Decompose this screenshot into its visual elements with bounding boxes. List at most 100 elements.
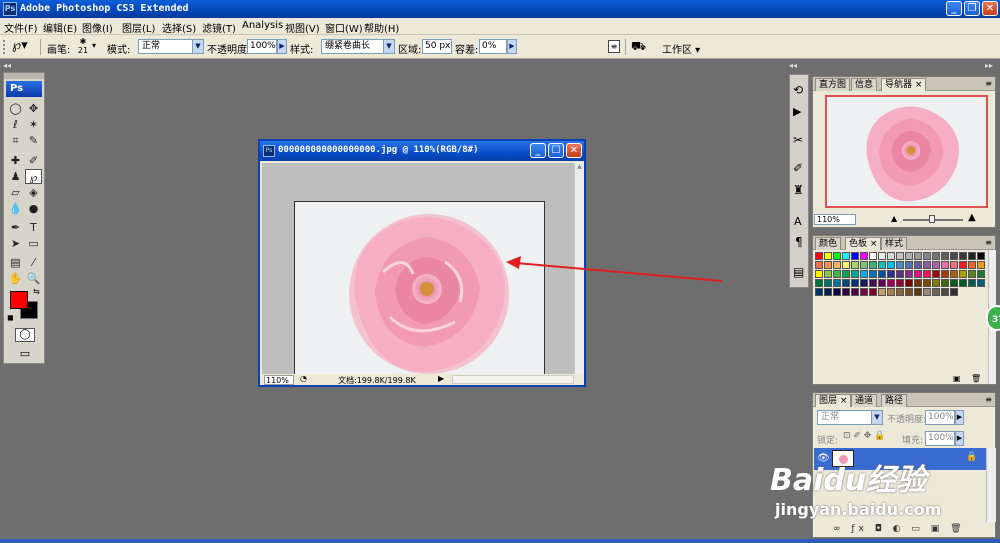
- color-swatch[interactable]: [950, 252, 958, 260]
- dock-collapse-icon[interactable]: ◂◂: [789, 61, 797, 70]
- navigator-zoom-field[interactable]: 110%: [814, 214, 856, 225]
- document-maximize-button[interactable]: ☐: [548, 143, 564, 158]
- color-swatch[interactable]: [896, 288, 904, 296]
- menu-analysis[interactable]: Analysis: [242, 20, 283, 31]
- workspace-button[interactable]: 工作区 ▾: [662, 41, 700, 56]
- color-swatch[interactable]: [923, 279, 931, 287]
- color-swatch[interactable]: [896, 252, 904, 260]
- pen-icon[interactable]: ✒: [7, 220, 24, 235]
- color-swatch[interactable]: [896, 279, 904, 287]
- brush-preview-icon[interactable]: ✱ 21: [76, 37, 90, 55]
- color-swatch[interactable]: [878, 261, 886, 269]
- document-zoom-field[interactable]: 110%: [264, 375, 294, 385]
- color-swatch[interactable]: [869, 279, 877, 287]
- menu-window[interactable]: 窗口(W): [325, 20, 363, 35]
- color-swatch[interactable]: [914, 252, 922, 260]
- tab-paths[interactable]: 路径: [881, 394, 908, 407]
- rectangle-shape-icon[interactable]: ▭: [25, 236, 42, 251]
- swap-colors-icon[interactable]: ⇆: [33, 287, 40, 296]
- tolerance-slider-button[interactable]: ▶: [507, 39, 517, 54]
- color-swatch[interactable]: [977, 261, 985, 269]
- color-swatch[interactable]: [950, 261, 958, 269]
- color-swatch[interactable]: [932, 252, 940, 260]
- tab-histogram[interactable]: 直方图: [815, 78, 851, 91]
- color-swatch[interactable]: [833, 288, 841, 296]
- color-swatch[interactable]: [851, 279, 859, 287]
- panel-menu-icon[interactable]: ≡: [985, 238, 992, 247]
- color-swatch[interactable]: [923, 270, 931, 278]
- color-swatch[interactable]: [842, 261, 850, 269]
- color-swatch[interactable]: [833, 261, 841, 269]
- color-swatch[interactable]: [977, 279, 985, 287]
- color-swatch[interactable]: [851, 261, 859, 269]
- color-swatch[interactable]: [896, 261, 904, 269]
- hand-icon[interactable]: ✋: [7, 271, 24, 286]
- color-swatch[interactable]: [932, 279, 940, 287]
- notes-icon[interactable]: ▤: [7, 255, 24, 270]
- color-swatch[interactable]: [833, 252, 841, 260]
- color-swatch[interactable]: [851, 252, 859, 260]
- move-icon[interactable]: ✥: [25, 101, 42, 116]
- new-swatch-icon[interactable]: ▣: [953, 374, 961, 383]
- color-swatch[interactable]: [833, 270, 841, 278]
- zoom-slider-thumb[interactable]: [929, 215, 935, 223]
- lock-icons[interactable]: ⊡ ✐ ✥ 🔒: [843, 431, 885, 441]
- color-swatch[interactable]: [824, 261, 832, 269]
- menu-image[interactable]: 图像(I): [82, 20, 113, 35]
- area-field[interactable]: 50 px: [422, 39, 452, 54]
- layer-opacity-field[interactable]: 100%: [925, 410, 955, 425]
- dodge-icon[interactable]: ●: [25, 201, 42, 216]
- zoom-out-icon[interactable]: ▲: [891, 214, 897, 223]
- color-swatch[interactable]: [842, 288, 850, 296]
- color-swatch[interactable]: [869, 261, 877, 269]
- color-swatch[interactable]: [869, 288, 877, 296]
- tab-navigator[interactable]: 导航器 ×: [881, 78, 927, 91]
- brush-dropdown-icon[interactable]: ▾: [92, 41, 96, 50]
- menu-file[interactable]: 文件(F): [4, 20, 38, 35]
- color-swatch[interactable]: [932, 270, 940, 278]
- color-swatch[interactable]: [905, 270, 913, 278]
- color-swatch[interactable]: [959, 252, 967, 260]
- bridge-icon[interactable]: ⛟: [631, 39, 646, 55]
- history-brush-icon[interactable]: ℘: [25, 169, 42, 184]
- color-swatch[interactable]: [860, 279, 868, 287]
- color-swatch[interactable]: [878, 252, 886, 260]
- layer-comps-icon[interactable]: ▤: [793, 265, 804, 279]
- actions-panel-icon[interactable]: ▶: [793, 105, 801, 118]
- toolbox-collapse-icon[interactable]: ◂◂: [3, 61, 11, 70]
- menu-select[interactable]: 选择(S): [162, 20, 196, 35]
- foreground-color-swatch[interactable]: [10, 291, 28, 309]
- tool-preset-icon[interactable]: ℘▾: [12, 38, 28, 53]
- color-swatch[interactable]: [941, 252, 949, 260]
- toolbox-grip[interactable]: [4, 73, 44, 79]
- brush-icon[interactable]: ✐: [25, 153, 42, 168]
- color-swatch[interactable]: [860, 270, 868, 278]
- menu-help[interactable]: 帮助(H): [364, 20, 399, 35]
- style-select[interactable]: 绷紧卷曲长 ▼: [321, 39, 395, 54]
- color-swatch[interactable]: [905, 288, 913, 296]
- color-swatch[interactable]: [959, 270, 967, 278]
- color-swatch[interactable]: [815, 252, 823, 260]
- eraser-icon[interactable]: ▱: [7, 185, 24, 200]
- layers-scrollbar[interactable]: [986, 448, 996, 522]
- swatch-grid[interactable]: [813, 250, 988, 316]
- magic-wand-icon[interactable]: ✶: [25, 117, 42, 132]
- tab-channels[interactable]: 通道: [851, 394, 878, 407]
- paragraph-panel-icon[interactable]: ¶: [795, 235, 803, 249]
- color-swatch[interactable]: [869, 270, 877, 278]
- tab-info[interactable]: 信息: [851, 78, 878, 91]
- screen-mode-icon[interactable]: ▭: [15, 347, 35, 360]
- status-arrow-icon[interactable]: ▶: [438, 374, 444, 383]
- color-swatch[interactable]: [923, 252, 931, 260]
- clone-source-icon[interactable]: ♜: [793, 183, 804, 197]
- crop-icon[interactable]: ⌗: [7, 133, 24, 148]
- color-swatch[interactable]: [896, 270, 904, 278]
- side-badge[interactable]: 37: [986, 305, 1000, 331]
- color-swatch[interactable]: [842, 270, 850, 278]
- color-swatch[interactable]: [968, 279, 976, 287]
- default-colors-icon[interactable]: ◼: [7, 313, 14, 322]
- opacity-field[interactable]: 100%: [247, 39, 277, 54]
- document-horizontal-scrollbar[interactable]: [452, 375, 574, 384]
- color-swatch[interactable]: [878, 270, 886, 278]
- marquee-icon[interactable]: ◯: [7, 101, 24, 116]
